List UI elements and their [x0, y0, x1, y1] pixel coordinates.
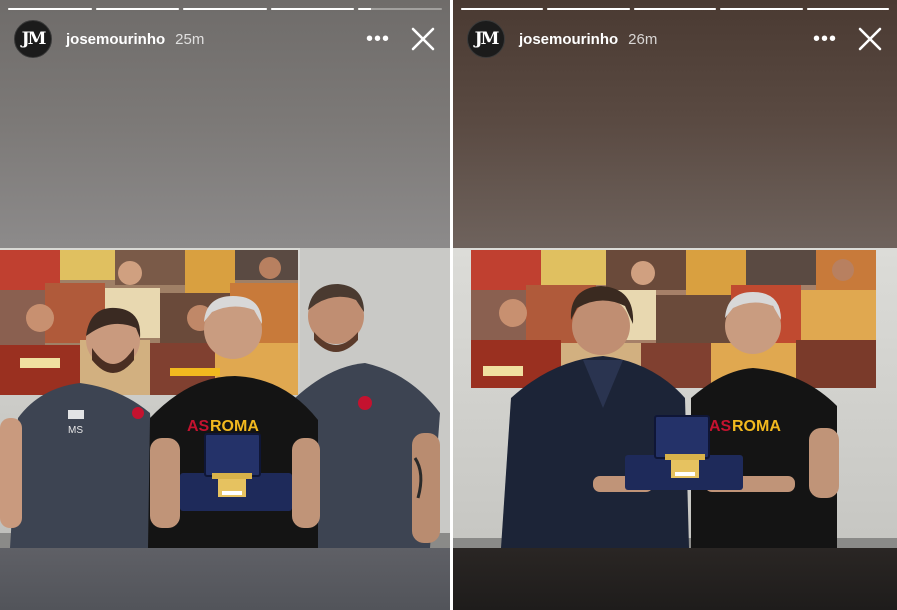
svg-text:ROMA: ROMA [210, 418, 259, 435]
story-panel-left[interactable]: JM josemourinho 25m ••• MS AS ROMA [0, 0, 450, 610]
username[interactable]: josemourinho [66, 31, 165, 48]
progress-segment [270, 8, 355, 10]
progress-segment [358, 8, 442, 10]
avatar[interactable]: JM [467, 20, 505, 58]
close-icon[interactable] [853, 22, 887, 56]
story-header: JM josemourinho 26m ••• [467, 20, 887, 58]
svg-text:AS: AS [709, 418, 732, 435]
avatar[interactable]: JM [14, 20, 52, 58]
progress-segment [806, 8, 890, 10]
story-progress-bar [461, 8, 890, 10]
progress-segment [547, 8, 630, 10]
story-photo: AS ROMA [453, 248, 897, 548]
progress-segment [183, 8, 267, 10]
story-footer [0, 548, 450, 610]
progress-segment [720, 8, 803, 10]
progress-segment [633, 8, 717, 10]
story-footer [453, 548, 897, 610]
story-photo: MS AS ROMA [0, 248, 450, 548]
svg-text:AS: AS [187, 418, 210, 435]
progress-segment [461, 8, 544, 10]
progress-segment [95, 8, 180, 10]
svg-text:ROMA: ROMA [732, 418, 781, 435]
progress-segment [8, 8, 92, 10]
username[interactable]: josemourinho [519, 31, 618, 48]
collage-artwork [471, 250, 876, 388]
more-options-icon[interactable]: ••• [807, 29, 843, 49]
story-header: JM josemourinho 25m ••• [14, 20, 440, 58]
close-icon[interactable] [406, 22, 440, 56]
post-time: 26m [628, 30, 658, 48]
svg-text:MS: MS [68, 425, 83, 436]
post-time: 25m [175, 30, 205, 48]
more-options-icon[interactable]: ••• [360, 29, 396, 49]
story-progress-bar [8, 8, 442, 10]
story-panel-right[interactable]: JM josemourinho 26m ••• AS ROMA [453, 0, 897, 610]
